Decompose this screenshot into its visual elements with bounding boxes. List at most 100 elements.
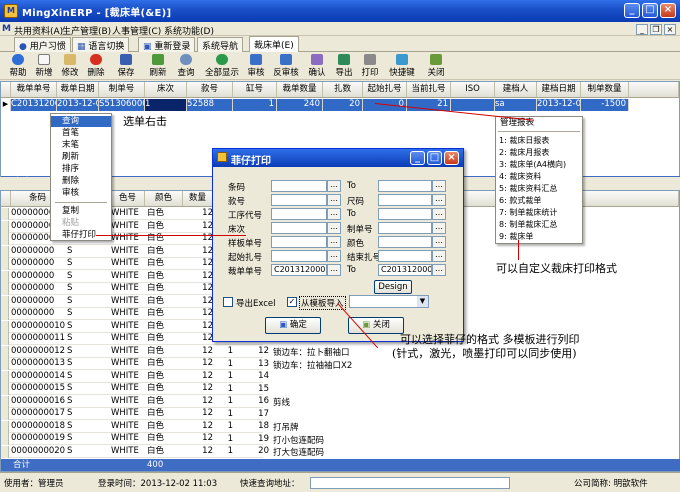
- table-row[interactable]: 1 18 打吊牌: [213, 421, 473, 433]
- table-row[interactable]: ▶ C2013120001 2013-12-02 S5130600014 1 5…: [1, 99, 679, 111]
- report-item-order-summary[interactable]: 8: 制单裁床汇总: [496, 219, 582, 230]
- size-input[interactable]: [378, 194, 432, 206]
- query-button[interactable]: 查询: [174, 54, 198, 78]
- from-template-checkbox[interactable]: ✓: [287, 297, 297, 307]
- report-item-a4[interactable]: 3: 裁床单(A4横向): [496, 159, 582, 170]
- card-no-from-input[interactable]: C2013120001: [271, 264, 327, 276]
- dialog-minimize-button[interactable]: _: [410, 151, 425, 165]
- tab-user-habits[interactable]: ● 用户习惯: [14, 37, 71, 52]
- table-row[interactable]: 1 17: [213, 409, 473, 421]
- size-lookup[interactable]: …: [432, 194, 446, 206]
- menu-item-copy[interactable]: 复制: [51, 206, 111, 217]
- col-header[interactable]: 当前扎号: [407, 82, 451, 98]
- design-button[interactable]: Design: [374, 280, 412, 294]
- col-header[interactable]: 颜色: [145, 191, 183, 207]
- barcode-from-input[interactable]: [271, 180, 327, 192]
- col-header[interactable]: ISO: [451, 82, 495, 98]
- report-item-summary[interactable]: 5: 裁床资料汇总: [496, 183, 582, 194]
- dialog-close-x-button[interactable]: ×: [444, 151, 459, 165]
- end-bundle-input[interactable]: [378, 250, 432, 262]
- menu-item-sort[interactable]: 排序: [51, 164, 111, 175]
- bed-no-lookup[interactable]: …: [327, 222, 341, 234]
- process-code-input[interactable]: [271, 208, 327, 220]
- report-item-order-stats[interactable]: 7: 制单裁床统计: [496, 207, 582, 218]
- table-row[interactable]: 1 19 打小包连配码: [213, 434, 473, 446]
- minimize-button[interactable]: _: [624, 3, 640, 18]
- tab-relogin[interactable]: ▣ 重新登录: [138, 37, 196, 52]
- color-lookup[interactable]: …: [432, 236, 446, 248]
- template-select[interactable]: ▼: [349, 295, 429, 308]
- table-row[interactable]: 1 16 剪线: [213, 396, 473, 408]
- approve-button[interactable]: 审核: [244, 54, 268, 78]
- card-no-from-lookup[interactable]: …: [327, 264, 341, 276]
- save-button[interactable]: 保存: [114, 54, 138, 78]
- process-to-lookup[interactable]: …: [432, 208, 446, 220]
- col-header[interactable]: 裁单单号: [11, 82, 57, 98]
- delete-button[interactable]: 删除: [84, 54, 108, 78]
- col-header[interactable]: 建档人: [495, 82, 537, 98]
- card-no-to-input[interactable]: C2013120001: [378, 264, 432, 276]
- report-item-style[interactable]: 6: 款式裁单: [496, 195, 582, 206]
- barcode-to-input[interactable]: [378, 180, 432, 192]
- quick-query-input[interactable]: [310, 477, 510, 489]
- process-to-input[interactable]: [378, 208, 432, 220]
- report-item-monthly[interactable]: 2: 裁床月报表: [496, 147, 582, 158]
- col-header[interactable]: 色号: [111, 191, 145, 207]
- table-row[interactable]: 1 14: [213, 371, 473, 383]
- report-item-daily[interactable]: 1: 裁床日报表: [496, 135, 582, 146]
- col-header[interactable]: 床次: [145, 82, 187, 98]
- col-header[interactable]: 扎数: [323, 82, 363, 98]
- order-no-lookup[interactable]: …: [432, 222, 446, 234]
- close-window-button[interactable]: ×: [660, 3, 676, 18]
- menu-item-approve[interactable]: 审核: [51, 188, 111, 199]
- export-excel-checkbox[interactable]: [223, 297, 233, 307]
- style-no-lookup[interactable]: …: [327, 194, 341, 206]
- col-header[interactable]: 建档日期: [537, 82, 581, 98]
- mdi-minimize-button[interactable]: _: [636, 24, 648, 35]
- barcode-from-lookup[interactable]: …: [327, 180, 341, 192]
- tab-language[interactable]: ▦ 语言切换: [72, 37, 130, 52]
- col-header[interactable]: 裁单数量: [277, 82, 323, 98]
- tab-system-nav[interactable]: 系统导航: [197, 37, 244, 52]
- mdi-restore-button[interactable]: ❐: [650, 24, 662, 35]
- col-header[interactable]: 款号: [187, 82, 233, 98]
- sample-no-lookup[interactable]: …: [327, 236, 341, 248]
- show-all-button[interactable]: 全部显示: [205, 54, 239, 78]
- col-header[interactable]: 裁单日期: [57, 82, 99, 98]
- maximize-button[interactable]: □: [642, 3, 658, 18]
- table-row[interactable]: 1 15: [213, 384, 473, 396]
- process-code-lookup[interactable]: …: [327, 208, 341, 220]
- confirm-button[interactable]: ▣ 确定: [265, 317, 321, 334]
- start-bundle-input[interactable]: [271, 250, 327, 262]
- menu-item-first[interactable]: 首笔: [51, 128, 111, 139]
- report-item-cutting-order[interactable]: 9: 裁床单: [496, 231, 582, 242]
- menu-item-delete[interactable]: 删除: [51, 176, 111, 187]
- card-no-to-lookup[interactable]: …: [432, 264, 446, 276]
- shortcut-button[interactable]: 快捷键: [389, 54, 415, 78]
- col-header[interactable]: 缸号: [233, 82, 277, 98]
- color-input[interactable]: [378, 236, 432, 248]
- col-header[interactable]: 制单号: [99, 82, 145, 98]
- menu-item-last[interactable]: 末笔: [51, 140, 111, 151]
- refresh-button[interactable]: 刷新: [146, 54, 170, 78]
- col-header[interactable]: 起始扎号: [363, 82, 407, 98]
- print-button[interactable]: 打印: [358, 54, 382, 78]
- menu-item-refresh[interactable]: 刷新: [51, 152, 111, 163]
- barcode-to-lookup[interactable]: …: [432, 180, 446, 192]
- end-bundle-lookup[interactable]: …: [432, 250, 446, 262]
- tab-cutting-order[interactable]: 裁床单(E): [249, 36, 299, 52]
- order-no-input[interactable]: [378, 222, 432, 234]
- start-bundle-lookup[interactable]: …: [327, 250, 341, 262]
- col-header[interactable]: 制单数量: [581, 82, 629, 98]
- style-no-input[interactable]: [271, 194, 327, 206]
- close-button[interactable]: 关闭: [424, 54, 448, 78]
- bed-no-input[interactable]: [271, 222, 327, 234]
- menu-item-query[interactable]: 查询: [51, 116, 111, 127]
- mdi-close-button[interactable]: ×: [664, 24, 676, 35]
- sample-no-input[interactable]: [271, 236, 327, 248]
- report-item-data[interactable]: 4: 裁床资料: [496, 171, 582, 182]
- dialog-maximize-button[interactable]: □: [427, 151, 442, 165]
- col-header[interactable]: 数量: [183, 191, 213, 207]
- table-row[interactable]: 1 20 打大包连配码: [213, 446, 473, 458]
- unapprove-button[interactable]: 反审核: [273, 54, 299, 78]
